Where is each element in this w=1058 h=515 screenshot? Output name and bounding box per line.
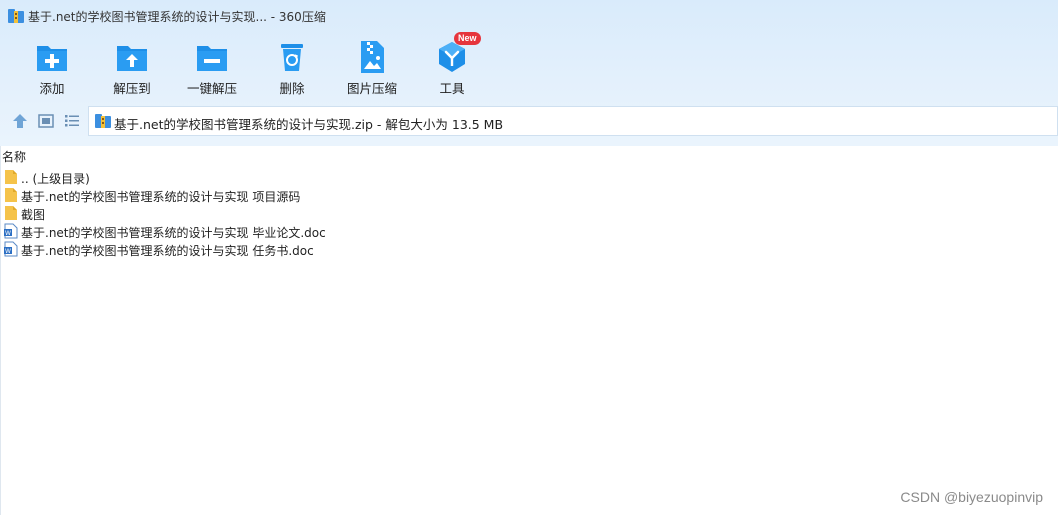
list-item-name: 截图 [21, 208, 46, 222]
svg-text:W: W [5, 248, 11, 255]
title-bar: 基于.net的学校图书管理系统的设计与实现... - 360压缩 [0, 0, 1058, 32]
word-doc-icon: W [4, 223, 18, 239]
thumbnail-view-icon[interactable] [37, 112, 55, 130]
folder-icon [5, 170, 17, 184]
up-arrow-icon[interactable] [11, 112, 29, 130]
word-doc-icon: W [4, 241, 18, 257]
archive-icon [95, 114, 111, 128]
folder-icon [5, 188, 17, 202]
address-bar[interactable]: 基于.net的学校图书管理系统的设计与实现.zip - 解包大小为 13.5 M… [88, 106, 1058, 136]
extract-to-folder-icon [117, 46, 147, 71]
address-row: 基于.net的学校图书管理系统的设计与实现.zip - 解包大小为 13.5 M… [0, 106, 1058, 136]
file-list: .. (上级目录) 基于.net的学校图书管理系统的设计与实现 项目源码 截图 … [0, 168, 1058, 258]
column-header: 名称 [0, 146, 1058, 166]
list-item-parent-dir[interactable]: .. (上级目录) [0, 168, 1058, 186]
image-zip-icon [361, 41, 384, 73]
folder-icon [5, 206, 17, 220]
extract-to-button[interactable]: 解压到 [92, 38, 172, 98]
header-area: 基于.net的学校图书管理系统的设计与实现... - 360压缩 添加 解压到 … [0, 0, 1058, 146]
add-label: 添加 [39, 81, 65, 96]
list-item-thesis-doc[interactable]: W 基于.net的学校图书管理系统的设计与实现 毕业论文.doc [0, 222, 1058, 240]
one-click-extract-icon [197, 46, 227, 71]
list-item-task-doc[interactable]: W 基于.net的学校图书管理系统的设计与实现 任务书.doc [0, 240, 1058, 258]
window-title: 基于.net的学校图书管理系统的设计与实现... - 360压缩 [28, 10, 326, 24]
list-item-name: .. (上级目录) [21, 172, 90, 186]
list-item-name: 基于.net的学校图书管理系统的设计与实现 项目源码 [21, 190, 301, 204]
toolbar: 添加 解压到 一键解压 删除 图片压缩 New 工具 [0, 32, 1058, 102]
list-item-source-folder[interactable]: 基于.net的学校图书管理系统的设计与实现 项目源码 [0, 186, 1058, 204]
recycle-bin-icon [281, 44, 303, 71]
image-compress-label: 图片压缩 [346, 81, 397, 96]
address-path: 基于.net的学校图书管理系统的设计与实现.zip - 解包大小为 13.5 M… [114, 117, 504, 132]
list-item-screenshot-folder[interactable]: 截图 [0, 204, 1058, 222]
archive-icon [8, 9, 24, 23]
new-badge: New [454, 32, 481, 45]
watermark: CSDN @biyezuopinvip [900, 489, 1043, 505]
extract-to-label: 解压到 [113, 81, 151, 96]
tools-button[interactable]: New 工具 [412, 32, 492, 98]
tools-label: 工具 [439, 81, 465, 96]
list-item-name: 基于.net的学校图书管理系统的设计与实现 任务书.doc [21, 244, 314, 258]
delete-button[interactable]: 删除 [252, 38, 332, 98]
one-click-extract-label: 一键解压 [186, 81, 237, 96]
svg-text:W: W [5, 230, 11, 237]
delete-label: 删除 [279, 81, 305, 96]
one-click-extract-button[interactable]: 一键解压 [172, 38, 252, 98]
app-window: 基于.net的学校图书管理系统的设计与实现... - 360压缩 添加 解压到 … [0, 0, 1058, 515]
image-compress-button[interactable]: 图片压缩 [332, 38, 412, 98]
list-item-name: 基于.net的学校图书管理系统的设计与实现 毕业论文.doc [21, 226, 326, 240]
tools-cube-icon [439, 42, 465, 72]
add-button[interactable]: 添加 [12, 38, 92, 98]
list-view-icon[interactable] [63, 112, 81, 130]
add-folder-icon [37, 46, 67, 71]
column-name-header[interactable]: 名称 [2, 148, 26, 165]
